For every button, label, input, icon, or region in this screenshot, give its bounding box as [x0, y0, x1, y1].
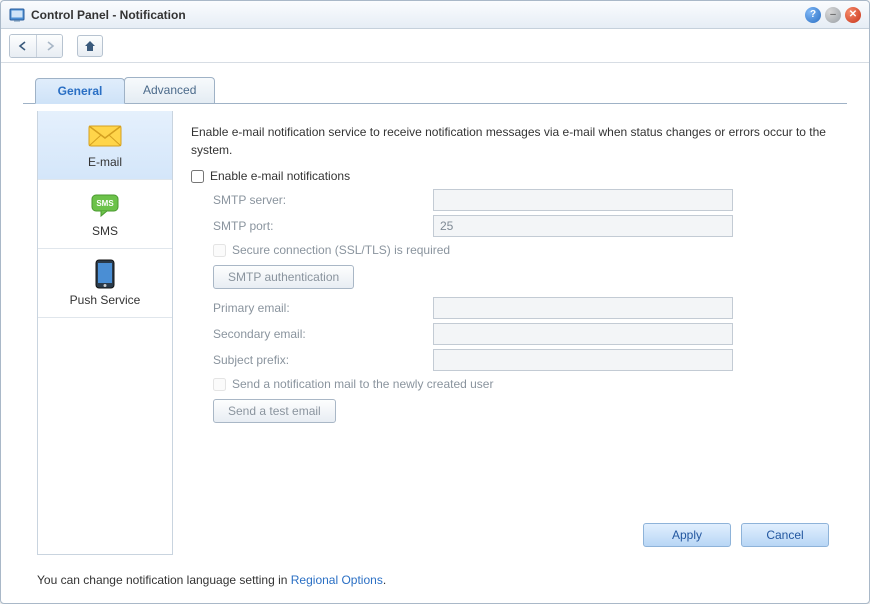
ssl-checkbox-row: Secure connection (SSL/TLS) is required: [213, 243, 829, 257]
tab-label: General: [58, 84, 103, 98]
apply-button[interactable]: Apply: [643, 523, 731, 547]
main-panel: Enable e-mail notification service to re…: [173, 111, 847, 555]
primary-email-label: Primary email:: [213, 301, 433, 315]
sidebar-item-push[interactable]: Push Service: [38, 249, 172, 318]
close-button[interactable]: ✕: [845, 7, 861, 23]
smtp-auth-row: SMTP authentication: [213, 265, 829, 289]
titlebar: Control Panel - Notification ? – ✕: [1, 1, 869, 29]
send-new-user-checkbox[interactable]: [213, 378, 226, 391]
window-title: Control Panel - Notification: [31, 8, 805, 22]
secondary-email-label: Secondary email:: [213, 327, 433, 341]
description-text: Enable e-mail notification service to re…: [191, 123, 829, 159]
sidebar-item-label: SMS: [92, 224, 118, 238]
window: Control Panel - Notification ? – ✕ Gener…: [0, 0, 870, 604]
smtp-port-input[interactable]: [433, 215, 733, 237]
subject-prefix-label: Subject prefix:: [213, 353, 433, 367]
tab-label: Advanced: [143, 83, 196, 97]
send-new-user-label: Send a notification mail to the newly cr…: [232, 377, 493, 391]
mobile-icon: [87, 261, 123, 287]
smtp-auth-button[interactable]: SMTP authentication: [213, 265, 354, 289]
test-email-row: Send a test email: [213, 399, 829, 423]
secondary-email-input[interactable]: [433, 323, 733, 345]
send-test-email-button[interactable]: Send a test email: [213, 399, 336, 423]
titlebar-controls: ? – ✕: [805, 7, 861, 23]
sidebar-item-sms[interactable]: SMS SMS: [38, 180, 172, 249]
content: E-mail SMS SMS: [37, 111, 847, 555]
toolbar: [1, 29, 869, 63]
sms-icon: SMS: [87, 192, 123, 218]
smtp-server-input[interactable]: [433, 189, 733, 211]
sidebar-item-email[interactable]: E-mail: [38, 111, 172, 180]
smtp-port-label: SMTP port:: [213, 219, 433, 233]
control-panel-icon: [9, 7, 25, 23]
help-button[interactable]: ?: [805, 7, 821, 23]
smtp-server-row: SMTP server:: [213, 189, 829, 211]
bottom-note: You can change notification language set…: [1, 567, 869, 603]
enable-email-label: Enable e-mail notifications: [210, 169, 350, 183]
nav-group: [9, 34, 63, 58]
sidebar-item-label: E-mail: [88, 155, 122, 169]
primary-email-row: Primary email:: [213, 297, 829, 319]
minimize-button[interactable]: –: [825, 7, 841, 23]
secondary-email-row: Secondary email:: [213, 323, 829, 345]
cancel-button[interactable]: Cancel: [741, 523, 829, 547]
subject-prefix-input[interactable]: [433, 349, 733, 371]
ssl-checkbox[interactable]: [213, 244, 226, 257]
enable-email-checkbox[interactable]: [191, 170, 204, 183]
subject-prefix-row: Subject prefix:: [213, 349, 829, 371]
forward-button[interactable]: [36, 35, 62, 57]
svg-text:SMS: SMS: [96, 199, 114, 208]
note-suffix: .: [383, 573, 386, 587]
note-prefix: You can change notification language set…: [37, 573, 291, 587]
tabs: General Advanced: [1, 63, 869, 111]
envelope-icon: [87, 123, 123, 149]
tab-advanced[interactable]: Advanced: [124, 77, 215, 103]
ssl-label: Secure connection (SSL/TLS) is required: [232, 243, 450, 257]
send-new-user-row: Send a notification mail to the newly cr…: [213, 377, 829, 391]
enable-email-checkbox-row: Enable e-mail notifications: [191, 169, 829, 183]
primary-email-input[interactable]: [433, 297, 733, 319]
regional-options-link[interactable]: Regional Options: [291, 573, 383, 587]
footer-buttons: Apply Cancel: [643, 523, 829, 547]
tab-general[interactable]: General: [35, 78, 125, 104]
sidebar: E-mail SMS SMS: [37, 111, 173, 555]
smtp-port-row: SMTP port:: [213, 215, 829, 237]
sidebar-item-label: Push Service: [70, 293, 141, 307]
smtp-server-label: SMTP server:: [213, 193, 433, 207]
home-button[interactable]: [77, 35, 103, 57]
back-button[interactable]: [10, 35, 36, 57]
